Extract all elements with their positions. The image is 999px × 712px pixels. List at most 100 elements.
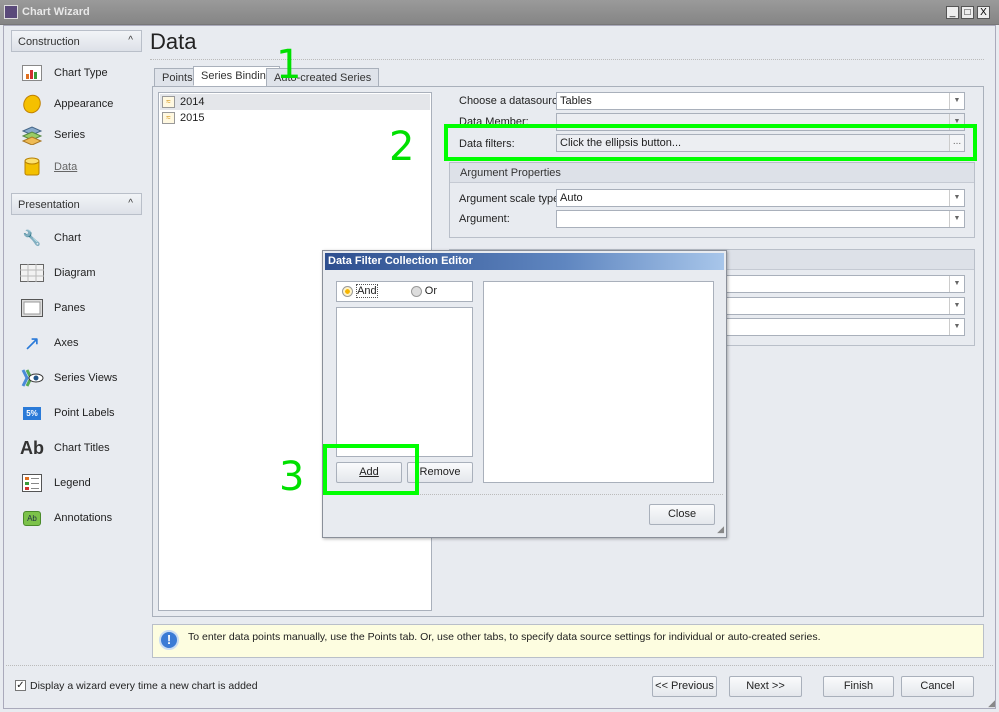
footer-divider [6, 665, 993, 666]
step-3-label: 3 [279, 454, 305, 500]
dropdown-arrow-icon[interactable]: ▼ [949, 190, 964, 206]
sidebar-item-label: Chart [54, 232, 81, 244]
panes-icon [20, 297, 44, 319]
maximize-button[interactable]: □ [961, 6, 974, 19]
sidebar-item-label: Legend [54, 477, 91, 489]
step-3-highlight [323, 444, 419, 495]
sidebar-item-label: Point Labels [54, 407, 115, 419]
argument-label: Argument: [459, 213, 510, 225]
sidebar-item-chart[interactable]: 🔧 Chart [20, 225, 81, 251]
sidebar-item-series[interactable]: Series [20, 122, 85, 148]
select-value: Auto [560, 192, 583, 204]
sidebar-item-point-labels[interactable]: 5% Point Labels [20, 400, 115, 426]
sidebar-item-label: Chart Titles [54, 442, 110, 454]
show-wizard-label: Display a wizard every time a new chart … [30, 680, 258, 692]
list-item[interactable]: ≈2014 [160, 94, 430, 110]
palette-icon [20, 93, 44, 115]
sidebar-item-data[interactable]: Data [20, 154, 77, 180]
sidebar-item-series-views[interactable]: Series Views [20, 365, 117, 391]
series-icon: ≈ [162, 96, 175, 108]
diagram-icon [20, 262, 44, 284]
series-name: 2014 [180, 96, 205, 108]
sidebar-item-annotations[interactable]: Ab Annotations [20, 505, 112, 531]
sidebar-item-axes[interactable]: ↗ Axes [20, 330, 79, 356]
close-window-button[interactable]: X [977, 6, 990, 19]
sidebar-item-label: Series Views [54, 372, 118, 384]
sidebar-item-label: Axes [54, 337, 79, 349]
sidebar-item-label: Diagram [54, 267, 96, 279]
sidebar-item-label: Appearance [54, 98, 114, 110]
sidebar-item-label: Data [54, 161, 78, 173]
close-button[interactable]: Close [649, 504, 715, 525]
legend-icon [20, 472, 44, 494]
dropdown-arrow-icon[interactable]: ▼ [949, 211, 964, 227]
select-value: Tables [560, 95, 592, 107]
argument-scale-label: Argument scale type: [459, 193, 563, 205]
argument-scale-select[interactable]: Auto ▼ [556, 189, 965, 207]
radio-label: And [356, 284, 378, 298]
wrench-icon: 🔧 [22, 230, 42, 247]
step-1-label: 1 [276, 42, 302, 88]
series-icon: ≈ [162, 112, 175, 124]
app-icon [4, 5, 18, 19]
datasource-label: Choose a datasource: [459, 95, 567, 107]
section-label: Construction [18, 36, 80, 48]
series-icon [20, 124, 44, 146]
chevron-up-icon: ^ [128, 35, 133, 46]
finish-button[interactable]: Finish [823, 676, 894, 697]
eye-icon [20, 367, 44, 389]
argument-select[interactable]: ▼ [556, 210, 965, 228]
database-icon [20, 156, 44, 178]
dropdown-arrow-icon[interactable]: ▼ [949, 298, 964, 314]
sidebar-item-label: Chart Type [54, 67, 108, 79]
annotation-icon: Ab [20, 507, 44, 529]
series-name: 2015 [180, 112, 205, 124]
cancel-button[interactable]: Cancel [901, 676, 974, 697]
construction-section-header[interactable]: Construction ^ [11, 30, 142, 52]
datasource-select[interactable]: Tables ▼ [556, 92, 965, 110]
step-2-highlight [444, 124, 977, 161]
sidebar-item-label: Series [54, 129, 86, 141]
dropdown-arrow-icon[interactable]: ▼ [949, 276, 964, 292]
info-bar: ! To enter data points manually, use the… [152, 624, 984, 658]
dialog-title: Data Filter Collection Editor [325, 253, 724, 270]
presentation-section-header[interactable]: Presentation ^ [11, 193, 142, 215]
step-2-label: 2 [389, 124, 415, 170]
previous-button[interactable]: << Previous [652, 676, 717, 697]
sidebar-item-chart-titles[interactable]: Ab Chart Titles [20, 435, 110, 461]
minimize-button[interactable]: _ [946, 6, 959, 19]
logic-radio-group: And Or [336, 281, 473, 302]
filter-properties-grid[interactable] [483, 281, 714, 483]
chevron-up-icon: ^ [128, 198, 133, 209]
arrow-icon: ↗ [23, 332, 41, 355]
resize-grip-icon[interactable]: ◢ [988, 698, 995, 709]
sidebar-item-panes[interactable]: Panes [20, 295, 85, 321]
section-label: Presentation [18, 199, 80, 211]
page-title: Data [150, 29, 197, 54]
and-radio[interactable]: And [342, 284, 378, 298]
text-icon: Ab [20, 437, 44, 458]
radio-selected-icon [342, 285, 353, 297]
or-radio[interactable]: Or [410, 285, 437, 297]
dropdown-arrow-icon[interactable]: ▼ [949, 93, 964, 109]
radio-label: Or [424, 285, 437, 297]
sidebar-item-label: Panes [54, 302, 86, 314]
sidebar-item-diagram[interactable]: Diagram [20, 260, 96, 286]
sidebar-item-appearance[interactable]: Appearance [20, 91, 113, 117]
filters-list[interactable] [336, 307, 473, 457]
sidebar-item-chart-type[interactable]: Chart Type [20, 60, 108, 86]
next-button[interactable]: Next >> [729, 676, 802, 697]
resize-grip-icon[interactable]: ◢ [717, 524, 724, 535]
label-icon: 5% [20, 402, 44, 424]
dropdown-arrow-icon[interactable]: ▼ [949, 319, 964, 335]
sidebar-item-legend[interactable]: Legend [20, 470, 91, 496]
window-title: Chart Wizard [22, 6, 90, 18]
radio-icon [410, 285, 422, 297]
group-header: Argument Properties [450, 163, 974, 183]
info-icon: ! [159, 630, 179, 650]
show-wizard-checkbox[interactable]: ✓ [15, 680, 26, 691]
title-bar: Chart Wizard _ □ X [0, 0, 999, 25]
chart-type-icon [20, 62, 44, 84]
info-text: To enter data points manually, use the P… [188, 631, 821, 643]
sidebar-item-label: Annotations [54, 512, 113, 524]
